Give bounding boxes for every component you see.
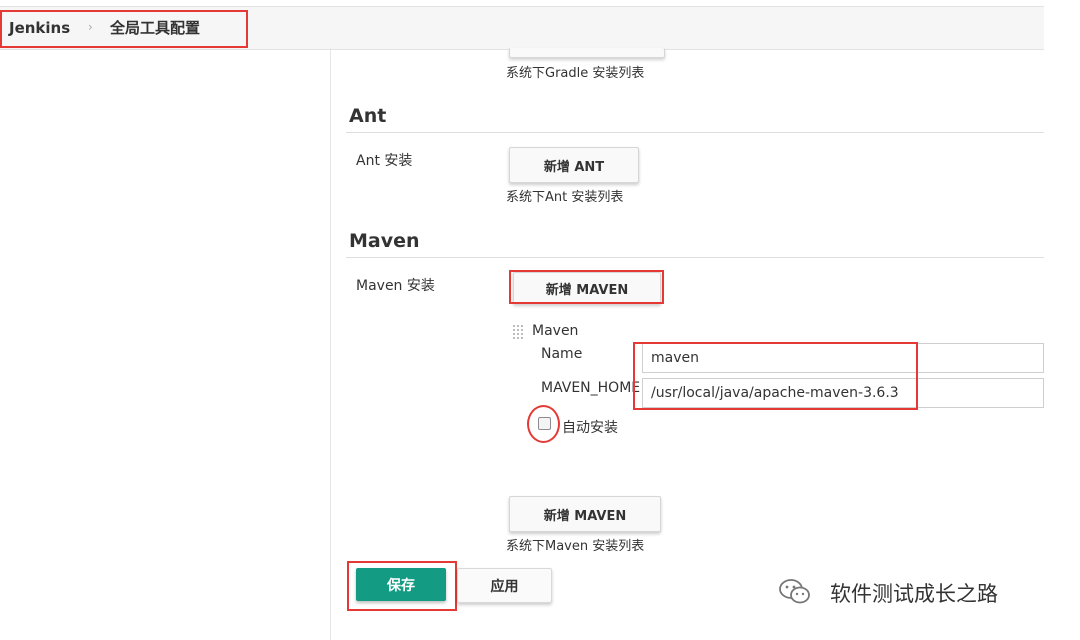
ant-section-title: Ant [349, 105, 387, 127]
add-maven-highlight [509, 270, 664, 304]
ant-section-divider [346, 132, 1044, 133]
auto-install-label: 自动安装 [562, 420, 618, 436]
maven-home-label: MAVEN_HOME [541, 380, 641, 396]
maven-installation-header: Maven [532, 323, 579, 339]
maven-section-divider [346, 257, 1044, 258]
add-maven-button-bottom[interactable]: 新增 MAVEN [509, 496, 661, 532]
maven-install-description: 系统下Maven 安装列表 [506, 539, 645, 554]
watermark-text: 软件测试成长之路 [830, 582, 998, 606]
ant-install-description: 系统下Ant 安装列表 [506, 190, 624, 205]
sidebar-divider [330, 48, 331, 640]
maven-name-label: Name [541, 346, 583, 362]
breadcrumb-highlight [0, 10, 248, 48]
apply-button[interactable]: 应用 [457, 568, 552, 603]
wechat-icon [778, 577, 812, 607]
auto-install-highlight [527, 405, 560, 443]
maven-section-title: Maven [349, 230, 420, 252]
add-ant-button[interactable]: 新增 ANT [509, 147, 639, 183]
ant-install-label: Ant 安装 [356, 153, 413, 169]
add-gradle-button[interactable] [509, 48, 665, 58]
drag-handle-icon[interactable] [513, 325, 523, 341]
maven-fields-highlight [633, 342, 918, 410]
gradle-install-description: 系统下Gradle 安装列表 [506, 66, 645, 81]
save-highlight [347, 561, 457, 611]
maven-install-label: Maven 安装 [356, 278, 435, 294]
